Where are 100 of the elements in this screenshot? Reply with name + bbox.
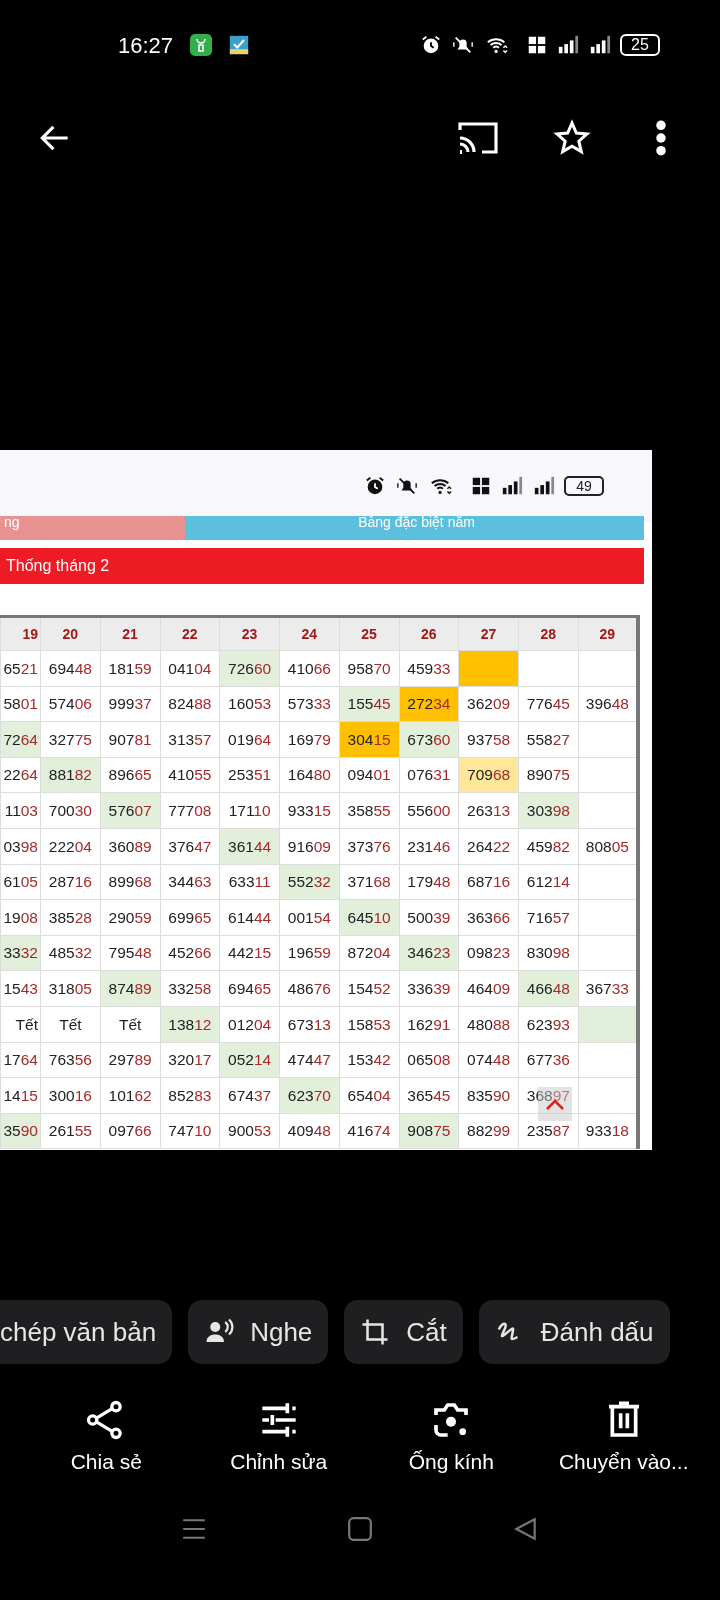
table-cell: 15853 — [339, 1006, 399, 1043]
back-icon[interactable] — [513, 1515, 539, 1542]
table-cell: 85283 — [160, 1077, 220, 1114]
table-cell: 06508 — [399, 1042, 459, 1078]
table-cell: 57607 — [100, 792, 160, 829]
table-cell: 07448 — [458, 1042, 519, 1078]
table-cell: 2264 — [0, 757, 41, 793]
table-cell: Tết — [0, 1006, 41, 1043]
table-cell: 68716 — [458, 864, 519, 900]
checklist-app-icon — [229, 35, 250, 55]
table-cell: 1415 — [0, 1077, 41, 1114]
chip-button[interactable]: Nghe — [188, 1300, 329, 1364]
signal-icon — [532, 475, 556, 497]
table-cell: 55827 — [518, 721, 579, 758]
table-cell: 74710 — [160, 1113, 220, 1149]
table-cell: 45933 — [399, 650, 459, 687]
table-cell: 76356 — [40, 1042, 101, 1078]
table-cell: 64510 — [339, 899, 399, 936]
table-cell: 90781 — [100, 721, 160, 758]
table-cell: 37647 — [160, 828, 220, 865]
table-cell: 36366 — [458, 899, 519, 936]
table-cell: 3332 — [0, 935, 41, 971]
table-cell: 90875 — [399, 1113, 459, 1149]
table-cell: 83098 — [518, 935, 579, 971]
table-cell: 55232 — [279, 864, 340, 900]
muted-bell-icon — [394, 475, 420, 497]
table-cell: 61444 — [219, 899, 280, 936]
table-cell: 41066 — [279, 650, 340, 687]
table-cell: 46648 — [518, 970, 579, 1007]
column-header: 21 — [100, 616, 160, 651]
table-cell: 16979 — [279, 721, 340, 758]
table-cell: 37376 — [339, 828, 399, 865]
table-cell: 50039 — [399, 899, 459, 936]
table-cell: 40948 — [279, 1113, 340, 1149]
star-icon[interactable] — [552, 117, 592, 158]
table-cell: 10162 — [100, 1077, 160, 1114]
table-cell: 89665 — [100, 757, 160, 793]
chip-button[interactable]: Đánh dấu — [478, 1300, 670, 1364]
table-cell: 89075 — [518, 757, 579, 793]
table-cell: 33639 — [399, 970, 459, 1007]
table-cell: 09823 — [458, 935, 519, 971]
table-cell: 38528 — [40, 899, 101, 936]
table-cell: 62370 — [279, 1077, 340, 1114]
table-cell: 70030 — [40, 792, 101, 829]
chip-button[interactable]: Cắt — [344, 1300, 463, 1364]
table-cell: 0398 — [0, 828, 41, 865]
table-cell: 05214 — [219, 1042, 280, 1078]
crop-icon — [360, 1317, 391, 1347]
table-cell: 91609 — [279, 828, 340, 865]
table-cell: 41674 — [339, 1113, 399, 1149]
table-cell: 61214 — [518, 864, 579, 900]
table-cell: 69465 — [219, 970, 280, 1007]
table-cell: 18159 — [100, 650, 160, 687]
status-time: 16:27 — [118, 31, 174, 60]
table-cell: 26422 — [458, 828, 519, 865]
table-cell: 25351 — [219, 757, 280, 793]
action-button[interactable]: Chỉnh sửa — [192, 1400, 365, 1478]
column-header: 28 — [518, 616, 579, 651]
table-cell: 87204 — [339, 935, 399, 971]
table-cell: 5801 — [0, 686, 41, 722]
table-cell: 87489 — [100, 970, 160, 1007]
table-cell: 01964 — [219, 721, 280, 758]
table-cell: Tết — [100, 1006, 160, 1043]
section-title: Thống tháng 2 — [0, 548, 644, 584]
table-cell: 17110 — [219, 792, 280, 829]
table-cell: 45266 — [160, 935, 220, 971]
table-cell: 77708 — [160, 792, 220, 829]
column-header: 20 — [40, 616, 101, 651]
alarm-icon — [364, 475, 386, 497]
table-cell: 6105 — [0, 864, 41, 900]
table-cell: 29059 — [100, 899, 160, 936]
table-cell: 88299 — [458, 1113, 519, 1149]
table-cell: 57406 — [40, 686, 101, 722]
table-cell: 67313 — [279, 1006, 340, 1043]
table-cell: 48532 — [40, 935, 101, 971]
table-cell: 35855 — [339, 792, 399, 829]
signal-icon — [588, 34, 612, 56]
table-cell: 62393 — [518, 1006, 579, 1043]
table-cell: 15342 — [339, 1042, 399, 1078]
table-cell: 09401 — [339, 757, 399, 793]
home-icon[interactable] — [347, 1515, 373, 1542]
table-cell: 36209 — [458, 686, 519, 722]
action-button[interactable]: Chuyển vào... — [537, 1400, 710, 1478]
action-button[interactable]: Chia sẻ — [20, 1400, 193, 1478]
chip-button[interactable]: chép văn bản — [0, 1300, 173, 1364]
table-cell: 30415 — [339, 721, 399, 758]
table-cell: 34463 — [160, 864, 220, 900]
table-cell: 26313 — [458, 792, 519, 829]
table-cell: 45982 — [518, 828, 579, 865]
table-cell: 23587 — [518, 1113, 579, 1149]
table-cell: 55600 — [399, 792, 459, 829]
table-cell: 30398 — [518, 792, 579, 829]
action-button[interactable]: Ống kính — [365, 1400, 538, 1478]
table-cell: 7264 — [0, 721, 41, 758]
table-cell: 77645 — [518, 686, 579, 722]
signal-icon — [556, 34, 580, 56]
table-cell: 27234 — [399, 686, 459, 722]
table-cell: 26155 — [40, 1113, 101, 1149]
column-header: 29 — [578, 616, 638, 651]
battery-indicator: 25 — [620, 34, 660, 56]
